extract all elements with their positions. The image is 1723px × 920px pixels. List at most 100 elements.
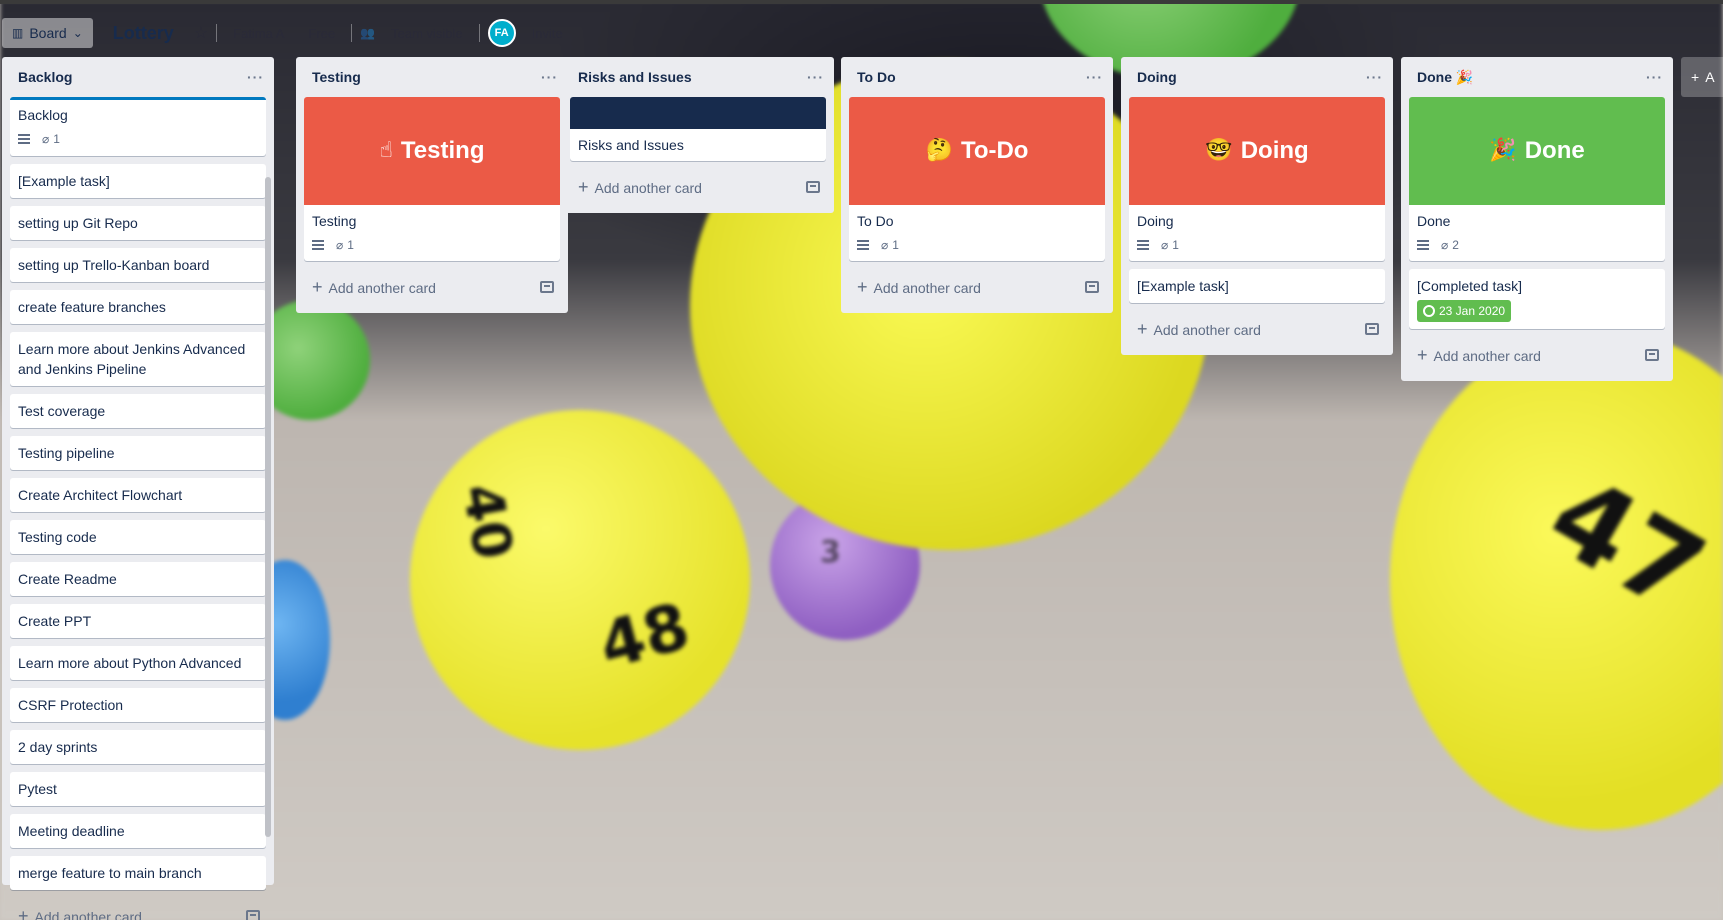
- card-completed-task[interactable]: [Completed task] 23 Jan 2020: [1409, 269, 1665, 329]
- card-backlog-item[interactable]: merge feature to main branch: [10, 856, 266, 890]
- card-cover: ☝ Testing: [304, 97, 560, 205]
- plan-badge[interactable]: Free: [300, 26, 343, 41]
- attachment-badge: ⌀ 1: [1161, 235, 1179, 255]
- template-icon[interactable]: [806, 181, 820, 193]
- member-name[interactable]: Fatima A: [225, 26, 292, 41]
- card-cover: 🎉 Done: [1409, 97, 1665, 205]
- list-title[interactable]: Testing: [312, 69, 361, 85]
- card-backlog-item[interactable]: Create PPT: [10, 604, 266, 638]
- list-header: Done 🎉 ···: [1409, 57, 1665, 97]
- card-body: Testing ⌀ 1: [304, 205, 560, 261]
- list-testing: Testing ··· ☝ Testing Testing ⌀ 1 + Add an…: [296, 57, 568, 313]
- list-title[interactable]: To Do: [857, 69, 896, 85]
- card-backlog-item[interactable]: Pytest: [10, 772, 266, 806]
- card-risks[interactable]: Risks and Issues: [570, 97, 826, 161]
- list-title[interactable]: Risks and Issues: [578, 69, 692, 85]
- card-backlog-item[interactable]: Testing code: [10, 520, 266, 554]
- card-badges: ⌀ 1: [857, 235, 1097, 255]
- card-testing[interactable]: ☝ Testing Testing ⌀ 1: [304, 97, 560, 261]
- list-menu-icon[interactable]: ···: [1366, 69, 1383, 85]
- add-list-button[interactable]: + A: [1681, 57, 1723, 97]
- due-date-badge[interactable]: 23 Jan 2020: [1417, 300, 1512, 322]
- plus-icon: +: [312, 276, 323, 297]
- cover-text: Done: [1524, 137, 1585, 164]
- card-title: CSRF Protection: [18, 697, 124, 713]
- list-menu-icon[interactable]: ···: [1086, 69, 1103, 85]
- description-icon: [312, 240, 324, 250]
- template-icon[interactable]: [1085, 281, 1099, 293]
- template-icon[interactable]: [1365, 323, 1379, 335]
- card-backlog-item[interactable]: Create Architect Flowchart: [10, 478, 266, 512]
- list-menu-icon[interactable]: ···: [1646, 69, 1663, 85]
- card-backlog-item[interactable]: Testing pipeline: [10, 436, 266, 470]
- card-backlog-item[interactable]: setting up Trello-Kanban board: [10, 248, 266, 282]
- card-backlog[interactable]: Backlog ⌀ 1: [10, 97, 266, 156]
- list-menu-icon[interactable]: ···: [247, 69, 264, 85]
- divider: [351, 24, 353, 42]
- add-card-label: + Add another card: [857, 277, 981, 298]
- card-backlog-item[interactable]: 2 day sprints: [10, 730, 266, 764]
- card-backlog-item[interactable]: Meeting deadline: [10, 814, 266, 848]
- list-menu-icon[interactable]: ···: [807, 69, 824, 85]
- card-todo[interactable]: 🤔 To-Do To Do ⌀ 1: [849, 97, 1105, 261]
- list-title[interactable]: Doing: [1137, 69, 1177, 85]
- card-doing[interactable]: 🤓 Doing Doing ⌀ 1: [1129, 97, 1385, 261]
- template-icon[interactable]: [1645, 349, 1659, 361]
- card-title: Meeting deadline: [18, 823, 125, 839]
- card-title: Testing pipeline: [18, 445, 115, 461]
- invite-button[interactable]: Invite: [524, 26, 571, 41]
- card-backlog-item[interactable]: create feature branches: [10, 290, 266, 324]
- add-card-button[interactable]: + Add another card: [10, 898, 266, 920]
- add-card-label: + Add another card: [18, 906, 142, 920]
- plus-icon: +: [857, 276, 868, 297]
- template-icon[interactable]: [246, 910, 260, 920]
- backlog-card-list: [Example task] setting up Git Repo setting…: [10, 164, 266, 890]
- card-example-task[interactable]: [Example task]: [1129, 269, 1385, 303]
- card-backlog-item[interactable]: Learn more about Jenkins Advanced and Je…: [10, 332, 266, 386]
- card-cover: 🤔 To-Do: [849, 97, 1105, 205]
- card-badges: ⌀ 2: [1417, 235, 1657, 255]
- card-backlog-item[interactable]: CSRF Protection: [10, 688, 266, 722]
- card-done[interactable]: 🎉 Done Done ⌀ 2: [1409, 97, 1665, 261]
- card-body: Risks and Issues: [570, 129, 826, 161]
- add-card-button[interactable]: + Add another card: [570, 169, 826, 205]
- list-title[interactable]: Backlog: [18, 69, 72, 85]
- description-icon: [857, 240, 869, 250]
- card-body: Done ⌀ 2: [1409, 205, 1665, 261]
- add-card-label: + Add another card: [578, 177, 702, 198]
- board-title[interactable]: Lottery: [101, 23, 186, 44]
- add-card-button[interactable]: + Add another card: [1409, 337, 1665, 373]
- card-title: [Completed task]: [1417, 278, 1523, 294]
- list-scrollbar[interactable]: [265, 177, 271, 837]
- list-menu-icon[interactable]: ···: [541, 69, 558, 85]
- add-card-label: + Add another card: [1137, 319, 1261, 340]
- visibility-button[interactable]: Team visible: [383, 26, 471, 41]
- card-title: Doing: [1137, 213, 1174, 229]
- ball-yellow-right: 47: [1390, 330, 1723, 830]
- add-card-button[interactable]: + Add another card: [849, 269, 1105, 305]
- avatar[interactable]: FA: [487, 19, 516, 47]
- clock-icon: [1423, 305, 1435, 317]
- add-card-button[interactable]: + Add another card: [304, 269, 560, 305]
- card-backlog-item[interactable]: setting up Git Repo: [10, 206, 266, 240]
- card-title: Testing: [312, 213, 357, 229]
- template-icon[interactable]: [540, 281, 554, 293]
- card-title: Pytest: [18, 781, 57, 797]
- card-backlog-item[interactable]: Create Readme: [10, 562, 266, 596]
- plus-icon: +: [1417, 344, 1428, 365]
- card-title: Learn more about Jenkins Advanced and Je…: [18, 341, 246, 377]
- card-badges: ⌀ 1: [18, 129, 258, 149]
- description-icon: [18, 134, 30, 144]
- card-body: To Do ⌀ 1: [849, 205, 1105, 261]
- list-risks-and-issues: Risks and Issues ··· Risks and Issues + A…: [562, 57, 834, 213]
- card-backlog-item[interactable]: Test coverage: [10, 394, 266, 428]
- card-backlog-item[interactable]: [Example task]: [10, 164, 266, 198]
- star-icon[interactable]: ☆: [194, 23, 208, 43]
- add-card-button[interactable]: + Add another card: [1129, 311, 1385, 347]
- list-title[interactable]: Done 🎉: [1417, 69, 1473, 86]
- list-header: To Do ···: [849, 57, 1105, 97]
- card-backlog-item[interactable]: Learn more about Python Advanced: [10, 646, 266, 680]
- board-view-button[interactable]: ▥ Board ⌄: [2, 18, 93, 48]
- plus-icon: +: [18, 905, 29, 920]
- card-title: create feature branches: [18, 299, 166, 315]
